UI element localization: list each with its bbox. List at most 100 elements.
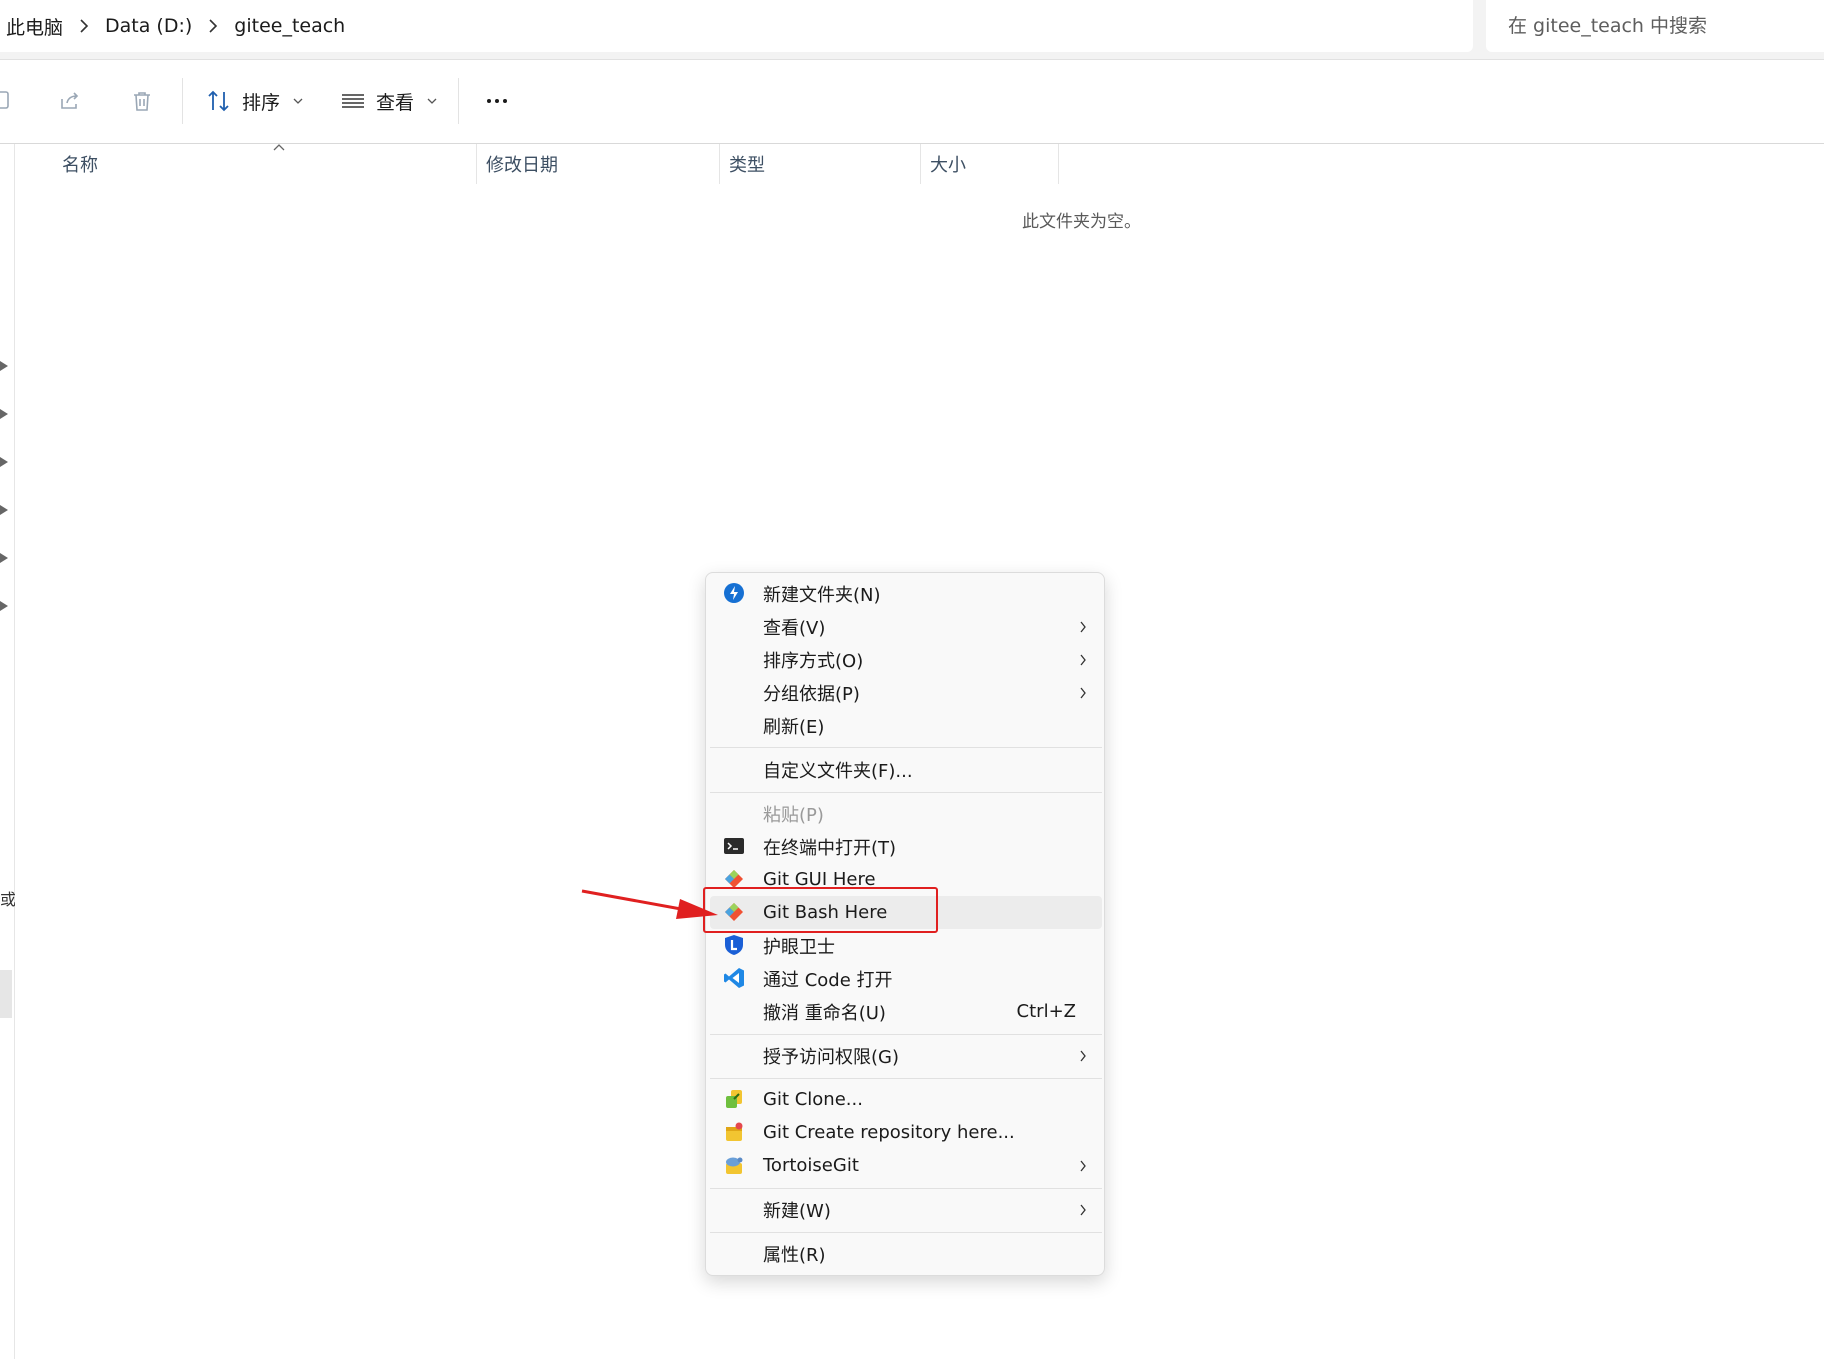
breadcrumb-data-drive[interactable]: Data (D:) [105, 15, 192, 37]
menu-item-new-folder[interactable]: 新建文件夹(N) [710, 577, 1102, 610]
menu-item-git-create-repo[interactable]: Git Create repository here... [710, 1116, 1102, 1149]
search-box[interactable] [1486, 0, 1824, 52]
menu-item-label: 授予访问权限(G) [763, 1046, 899, 1068]
pin-icon [0, 457, 8, 467]
menu-item-group-by[interactable]: 分组依据(P) [710, 676, 1102, 709]
sort-button[interactable]: 排序 [206, 82, 304, 120]
menu-item-label: 新建(W) [763, 1200, 831, 1222]
new-folder-icon [722, 581, 746, 605]
menu-item-open-in-terminal[interactable]: 在终端中打开(T) [710, 830, 1102, 863]
nav-selected-item[interactable] [0, 970, 12, 1018]
pin-icon [0, 409, 8, 419]
menu-separator [710, 1034, 1102, 1035]
breadcrumb-this-pc[interactable]: 此电脑 [6, 13, 63, 40]
annotation-highlight-box [703, 887, 938, 933]
column-type[interactable]: 类型 [729, 144, 765, 184]
menu-item-git-clone[interactable]: Git Clone... [710, 1083, 1102, 1116]
menu-item-undo-rename[interactable]: 撤消 重命名(U) Ctrl+Z [710, 995, 1102, 1028]
column-divider[interactable] [476, 144, 477, 184]
menu-item-paste: 粘贴(P) [710, 797, 1102, 830]
menu-item-label: Git Create repository here... [763, 1122, 1015, 1143]
column-divider[interactable] [920, 144, 921, 184]
copy-icon[interactable] [0, 87, 16, 115]
view-label: 查看 [376, 91, 415, 114]
chevron-down-icon [427, 98, 437, 104]
chevron-right-icon [1080, 687, 1086, 699]
menu-item-label: 在终端中打开(T) [763, 837, 897, 859]
menu-item-view[interactable]: 查看(V) [710, 610, 1102, 643]
vscode-icon [722, 966, 746, 990]
column-header-row: 名称 修改日期 类型 大小 [16, 144, 1824, 184]
chevron-right-icon [1080, 621, 1086, 633]
menu-item-customize-folder[interactable]: 自定义文件夹(F)... [710, 753, 1102, 786]
menu-item-label: 属性(R) [763, 1244, 826, 1266]
menu-item-new[interactable]: 新建(W) [710, 1193, 1102, 1226]
nav-item-fragment[interactable]: 或 [0, 886, 15, 910]
column-divider[interactable] [1058, 144, 1059, 184]
menu-item-label: 撤消 重命名(U) [763, 1002, 886, 1024]
sort-ascending-icon [273, 144, 285, 151]
git-clone-icon [722, 1087, 746, 1111]
chevron-right-icon [1080, 1050, 1086, 1062]
view-list-icon [342, 94, 364, 108]
terminal-icon [722, 834, 746, 858]
empty-folder-message: 此文件夹为空。 [1022, 212, 1141, 232]
eye-guard-icon [722, 933, 746, 957]
menu-item-label: TortoiseGit [763, 1155, 859, 1176]
git-create-repo-icon [722, 1120, 746, 1144]
column-size[interactable]: 大小 [930, 144, 966, 184]
menu-item-label: 粘贴(P) [763, 804, 824, 826]
chevron-down-icon [293, 98, 303, 104]
pin-icon [0, 505, 8, 515]
menu-item-label: 护眼卫士 [763, 936, 835, 958]
chevron-right-icon [1080, 654, 1086, 666]
navigation-pane: 或 [0, 144, 15, 1359]
chevron-right-icon[interactable] [63, 19, 105, 33]
pin-icon [0, 361, 8, 371]
menu-separator [710, 1232, 1102, 1233]
annotation-arrow [581, 889, 718, 919]
toolbar-divider [182, 78, 183, 124]
breadcrumb[interactable]: 此电脑 Data (D:) gitee_teach [0, 0, 1473, 52]
menu-item-label: 刷新(E) [763, 716, 825, 738]
address-bar-area: 此电脑 Data (D:) gitee_teach [0, 0, 1824, 60]
menu-item-refresh[interactable]: 刷新(E) [710, 709, 1102, 742]
menu-item-label: 分组依据(P) [763, 683, 860, 705]
menu-separator [710, 1078, 1102, 1079]
chevron-right-icon[interactable] [192, 19, 234, 33]
more-options-icon[interactable] [480, 86, 514, 116]
menu-item-label: 新建文件夹(N) [763, 584, 881, 606]
sort-label: 排序 [242, 91, 281, 114]
toolbar-divider [458, 78, 459, 124]
sort-icon [208, 90, 229, 112]
menu-item-label: 通过 Code 打开 [763, 969, 893, 991]
menu-item-give-access[interactable]: 授予访问权限(G) [710, 1039, 1102, 1072]
menu-item-label: 自定义文件夹(F)... [763, 760, 913, 782]
column-divider[interactable] [719, 144, 720, 184]
column-date-modified[interactable]: 修改日期 [486, 144, 558, 184]
menu-item-label: Git Clone... [763, 1089, 863, 1110]
menu-item-shortcut: Ctrl+Z [1016, 1001, 1076, 1022]
menu-item-tortoisegit[interactable]: TortoiseGit [710, 1149, 1102, 1182]
tortoisegit-icon [722, 1153, 746, 1177]
pin-icon [0, 601, 8, 611]
menu-item-properties[interactable]: 属性(R) [710, 1237, 1102, 1270]
search-input[interactable] [1508, 15, 1824, 37]
chevron-right-icon [1080, 1160, 1086, 1172]
menu-separator [710, 1188, 1102, 1189]
chevron-right-icon [1080, 1204, 1086, 1216]
share-icon[interactable] [56, 87, 84, 115]
menu-item-open-with-code[interactable]: 通过 Code 打开 [710, 962, 1102, 995]
menu-item-label: 排序方式(O) [763, 650, 864, 672]
menu-item-label: 查看(V) [763, 617, 826, 639]
command-bar: 排序 查看 [0, 60, 1824, 144]
delete-icon[interactable] [128, 87, 156, 115]
breadcrumb-gitee-teach[interactable]: gitee_teach [234, 15, 345, 37]
menu-separator [710, 747, 1102, 748]
view-button[interactable]: 查看 [340, 82, 438, 120]
menu-item-sort-by[interactable]: 排序方式(O) [710, 643, 1102, 676]
menu-separator [710, 792, 1102, 793]
column-name[interactable]: 名称 [62, 144, 98, 184]
pin-icon [0, 553, 8, 563]
menu-item-eye-guard[interactable]: 护眼卫士 [710, 929, 1102, 962]
